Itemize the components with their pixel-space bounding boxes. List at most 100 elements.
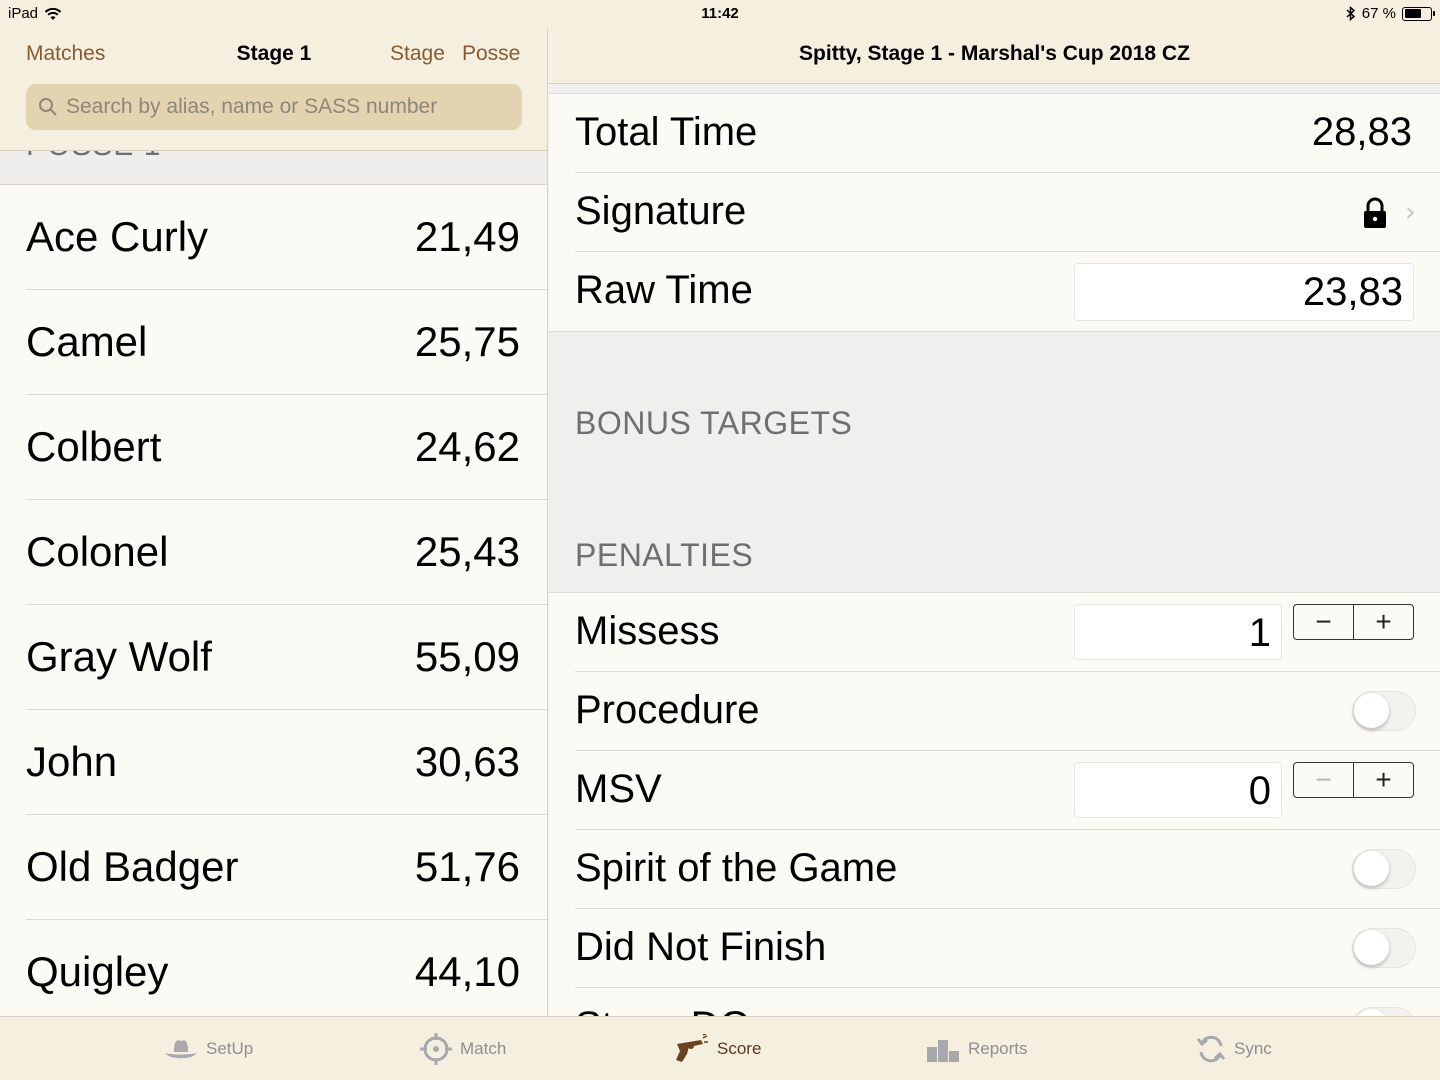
toggle-knob (1354, 930, 1389, 965)
battery-icon (1402, 6, 1435, 21)
penalties-header: PENALTIES (575, 537, 754, 573)
procedure-row: Procedure (549, 672, 1440, 751)
lock-icon (1364, 197, 1386, 228)
stage-dq-label: Stage DQ (575, 1004, 751, 1016)
shooter-name: Old Badger (26, 843, 239, 890)
shooter-time: 25,43 (414, 528, 520, 575)
cowboy-hat-icon (165, 1040, 197, 1059)
bonus-targets-header: BONUS TARGETS (575, 405, 853, 441)
status-bar: iPad 11:42 67 % (0, 0, 1440, 28)
penalties-group: Missess 1 − + Procedure MSV 0 − + Spirit… (549, 592, 1440, 1016)
chevron-right-icon: › (1404, 195, 1416, 228)
shooter-row[interactable]: Camel 25,75 (0, 290, 547, 395)
tab-sync[interactable]: Sync (1196, 1017, 1272, 1080)
tab-reports-label: Reports (968, 1039, 1028, 1058)
shooter-time: 51,76 (414, 843, 520, 890)
shooter-name: Quigley (26, 948, 169, 995)
status-time: 11:42 (701, 5, 739, 22)
shooter-time: 25,75 (414, 318, 520, 365)
raw-time-field[interactable]: 23,83 (1074, 263, 1414, 321)
tab-setup[interactable]: SetUp (164, 1017, 253, 1080)
shooter-row[interactable]: Ace Curly 21,49 (0, 185, 547, 290)
search-input[interactable] (66, 95, 506, 119)
misses-label: Missess (575, 609, 720, 653)
score-title: Spitty, Stage 1 - Marshal's Cup 2018 CZ (799, 42, 1190, 65)
tab-reports[interactable]: Reports (926, 1017, 1028, 1080)
tab-score[interactable]: Score (673, 1017, 761, 1080)
msv-stepper: − + (1293, 762, 1414, 798)
spirit-toggle[interactable] (1352, 849, 1416, 889)
misses-decrement-button[interactable]: − (1294, 605, 1353, 639)
toggle-knob (1354, 693, 1389, 728)
shooter-time: 55,09 (414, 633, 520, 680)
time-group: Total Time 28,83 Signature › Raw Time 23… (549, 93, 1440, 332)
shooter-row[interactable]: John 30,63 (0, 710, 547, 815)
total-time-row: Total Time 28,83 (549, 94, 1440, 173)
left-navigation-bar: Matches Stage 1 Stage Posse (0, 28, 547, 151)
total-time-label: Total Time (575, 110, 758, 154)
shooter-time: 21,49 (414, 213, 520, 260)
sync-icon (1196, 1035, 1226, 1063)
shooter-name: Colbert (26, 423, 162, 470)
dnf-toggle[interactable] (1352, 928, 1416, 968)
procedure-label: Procedure (575, 688, 760, 732)
battery-fill (1404, 9, 1422, 18)
misses-row: Missess 1 − + (549, 593, 1440, 672)
shooter-list-pane: Matches Stage 1 Stage Posse POSSE 1 Ace … (0, 0, 548, 1016)
right-navigation-bar: Spitty, Stage 1 - Marshal's Cup 2018 CZ (549, 28, 1440, 84)
msv-field[interactable]: 0 (1074, 762, 1282, 818)
msv-row: MSV 0 − + (549, 751, 1440, 830)
shooter-name: Gray Wolf (26, 633, 212, 680)
msv-increment-button[interactable]: + (1353, 763, 1413, 797)
shooter-name: John (26, 738, 118, 785)
misses-increment-button[interactable]: + (1353, 605, 1413, 639)
shooter-row[interactable]: Colbert 24,62 (0, 395, 547, 500)
stage-button[interactable]: Stage (390, 42, 445, 66)
signature-row[interactable]: Signature › (549, 173, 1440, 252)
posse-section-title: POSSE 1 (26, 151, 161, 163)
shooter-name: Colonel (26, 528, 169, 575)
misses-field[interactable]: 1 (1074, 604, 1282, 660)
crosshair-icon (420, 1033, 452, 1065)
shooter-row[interactable]: Gray Wolf 55,09 (0, 605, 547, 710)
shooter-time: 44,10 (414, 948, 520, 995)
msv-decrement-button[interactable]: − (1294, 763, 1353, 797)
podium-icon (927, 1040, 959, 1062)
msv-label: MSV (575, 767, 662, 811)
tab-sync-label: Sync (1234, 1039, 1272, 1058)
shooter-name: Ace Curly (26, 213, 209, 260)
revolver-icon (676, 1034, 708, 1062)
dnf-label: Did Not Finish (575, 925, 827, 969)
tab-match-label: Match (460, 1039, 507, 1058)
dnf-row: Did Not Finish (549, 909, 1440, 988)
posse-button[interactable]: Posse (462, 42, 520, 66)
battery-percent: 67 % (1361, 5, 1396, 22)
raw-time-label: Raw Time (575, 268, 753, 312)
toggle-knob (1354, 1009, 1389, 1016)
shooter-row[interactable]: Old Badger 51,76 (0, 815, 547, 920)
shooter-list: Ace Curly 21,49 Camel 25,75 Colbert 24,62 Colo… (0, 185, 547, 1016)
shooter-row[interactable]: Quigley 44,10 (0, 920, 547, 1016)
stage-dq-row: Stage DQ (549, 988, 1440, 1016)
status-right: 67 % (1346, 5, 1435, 22)
shooter-row[interactable]: Colonel 25,43 (0, 500, 547, 605)
bluetooth-icon (1346, 6, 1355, 21)
stage-dq-toggle[interactable] (1352, 1007, 1416, 1016)
misses-stepper: − + (1293, 604, 1414, 640)
search-icon (39, 98, 57, 116)
tab-bar: SetUp Match Score Reports Sync (0, 1016, 1440, 1080)
spirit-label: Spirit of the Game (575, 846, 898, 890)
procedure-toggle[interactable] (1352, 691, 1416, 731)
shooter-time: 24,62 (414, 423, 520, 470)
score-detail-pane: Spitty, Stage 1 - Marshal's Cup 2018 CZ … (549, 0, 1440, 1016)
shooter-name: Camel (26, 318, 148, 365)
total-time-value: 28,83 (1311, 110, 1412, 154)
signature-label: Signature (575, 189, 747, 233)
search-bar[interactable] (26, 84, 522, 130)
shooter-time: 30,63 (414, 738, 520, 785)
tab-match[interactable]: Match (420, 1017, 506, 1080)
raw-time-row: Raw Time 23,83 (549, 252, 1440, 331)
toggle-knob (1354, 851, 1389, 886)
posse-section-header: POSSE 1 (0, 151, 547, 185)
tab-setup-label: SetUp (206, 1039, 254, 1058)
